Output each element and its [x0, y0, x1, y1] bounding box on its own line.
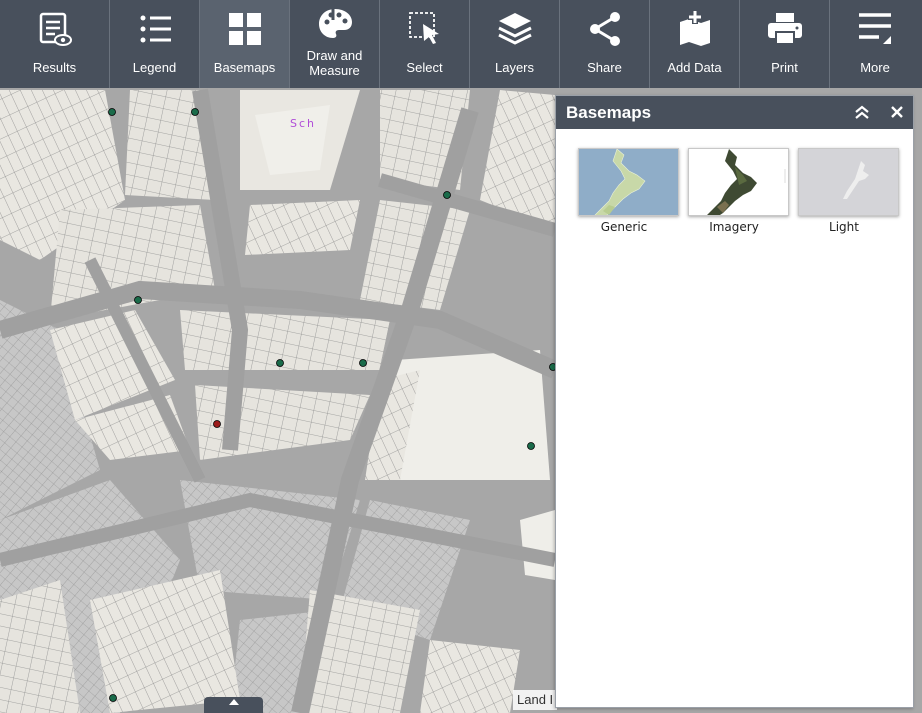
palette-icon	[317, 6, 353, 44]
select-label: Select	[406, 60, 443, 75]
close-icon	[891, 106, 903, 118]
results-button[interactable]: Results	[0, 0, 110, 88]
layers-icon	[497, 10, 533, 48]
legend-icon	[137, 10, 173, 48]
draw-and-measure-label-line2: Measure	[309, 63, 360, 78]
basemaps-label: Basemaps	[213, 60, 276, 75]
light-thumbnail	[798, 148, 899, 216]
basemap-generic[interactable]: Generic	[578, 148, 679, 234]
basemaps-button[interactable]: Basemaps	[200, 0, 290, 88]
panel-header: Basemaps	[556, 96, 913, 129]
printer-icon	[767, 10, 803, 48]
imagery-thumbnail	[688, 148, 789, 216]
chevron-up-icon	[229, 699, 239, 705]
print-label: Print	[771, 60, 798, 75]
add-data-label: Add Data	[667, 60, 722, 75]
map-school-label: Sch	[290, 117, 317, 130]
generic-thumbnail	[578, 148, 679, 216]
select-icon	[407, 10, 443, 48]
draw-and-measure-label-line1: Draw and	[306, 48, 363, 63]
results-label: Results	[32, 60, 77, 75]
add-data-icon	[677, 10, 713, 48]
add-data-button[interactable]: Add Data	[650, 0, 740, 88]
toolbar: Results Legend Basemaps Draw and Measure…	[0, 0, 922, 88]
legend-label: Legend	[132, 60, 177, 75]
legend-button[interactable]: Legend	[110, 0, 200, 88]
panel-title: Basemaps	[566, 103, 652, 122]
double-chevron-up-icon	[855, 105, 869, 119]
layers-label: Layers	[494, 60, 535, 75]
print-button[interactable]: Print	[740, 0, 830, 88]
basemap-imagery[interactable]: Imagery	[688, 148, 789, 234]
basemaps-panel: Basemaps Generic Imagery Light	[555, 95, 914, 708]
layers-button[interactable]: Layers	[470, 0, 560, 88]
attribute-table-toggle[interactable]	[204, 697, 263, 713]
basemap-generic-label: Generic	[600, 220, 648, 234]
basemap-light[interactable]: Light	[798, 148, 899, 234]
share-icon	[587, 10, 623, 48]
share-label: Share	[587, 60, 622, 75]
map-attribution: Land I	[513, 690, 558, 710]
basemap-light-label: Light	[829, 220, 859, 234]
more-label: More	[860, 60, 890, 75]
more-icon	[857, 10, 893, 48]
share-button[interactable]: Share	[560, 0, 650, 88]
basemap-imagery-label: Imagery	[709, 220, 759, 234]
more-button[interactable]: More	[830, 0, 920, 88]
draw-and-measure-button[interactable]: Draw and Measure	[290, 0, 380, 88]
basemap-gallery: Generic Imagery Light	[578, 148, 908, 234]
basemaps-icon	[227, 10, 263, 48]
results-icon	[37, 10, 73, 48]
close-panel-button[interactable]	[887, 102, 907, 122]
select-button[interactable]: Select	[380, 0, 470, 88]
collapse-panel-button[interactable]	[852, 102, 872, 122]
